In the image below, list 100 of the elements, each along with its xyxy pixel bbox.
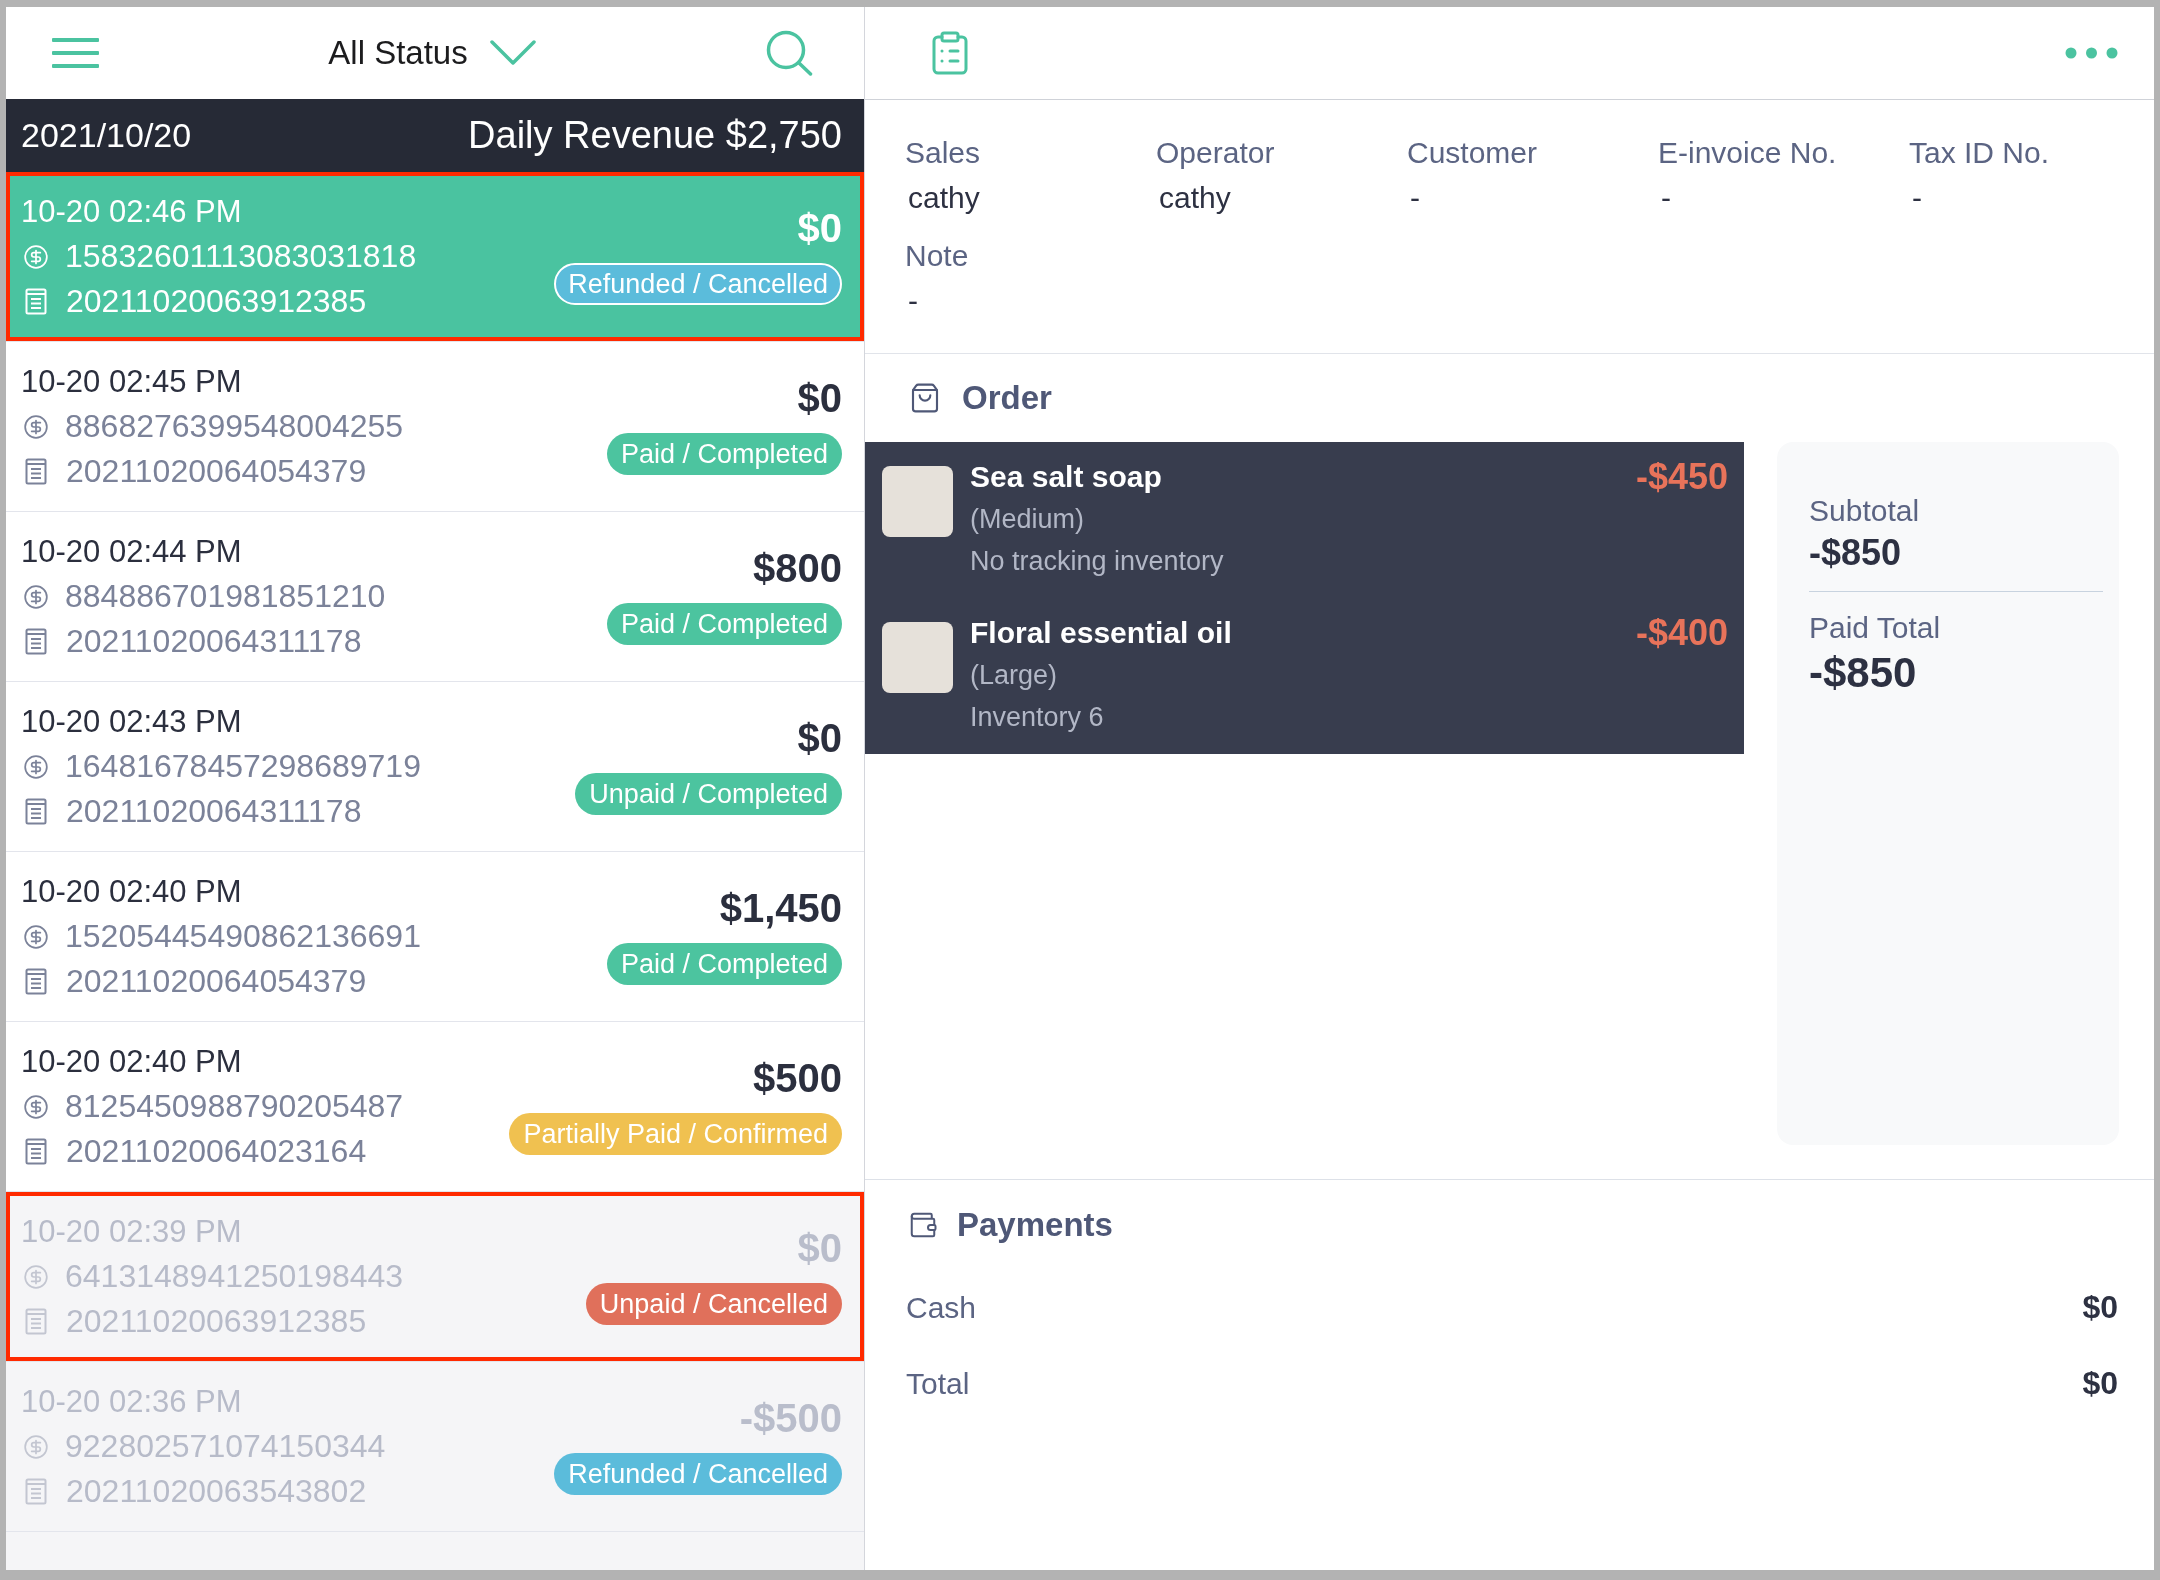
- payment-number: 15832601113083031818: [65, 237, 417, 276]
- document-icon: [25, 1308, 47, 1335]
- order-time: 10-20 02:36 PM: [21, 1383, 243, 1421]
- order-time: 10-20 02:45 PM: [21, 363, 243, 401]
- dollar-icon: [23, 583, 49, 610]
- more-icon[interactable]: [2065, 47, 2118, 59]
- field-label: Note: [905, 238, 970, 274]
- payment-number: 884886701981851210: [65, 577, 386, 616]
- search-icon[interactable]: [765, 30, 813, 76]
- section-title: Payments: [957, 1205, 1113, 1246]
- summary-label: Subtotal: [1809, 493, 1920, 529]
- payment-value: $0: [2082, 1364, 2118, 1403]
- order-time: 10-20 02:44 PM: [21, 533, 243, 571]
- order-row[interactable]: 10-20 02:40 PM 8125450988790205487 20211020064023164 $500 Partially Paid / Confirmed: [6, 1022, 864, 1191]
- status-badge: Partially Paid / Confirmed: [509, 1113, 842, 1155]
- invoice-number: 20211020064311178: [66, 622, 362, 661]
- dollar-icon: [23, 413, 49, 440]
- status-badge: Paid / Completed: [606, 943, 842, 985]
- document-icon: [25, 1478, 47, 1505]
- order-amount: $0: [797, 715, 842, 762]
- section-title: Order: [962, 378, 1052, 419]
- item-price: -$400: [1635, 612, 1728, 654]
- order-amount: $0: [797, 375, 842, 422]
- order-row[interactable]: 10-20 02:43 PM 16481678457298689719 20211020064311178 $0 Unpaid / Completed: [6, 682, 864, 851]
- document-icon: [25, 458, 47, 485]
- status-badge: Refunded / Cancelled: [554, 1453, 842, 1495]
- order-amount: $1,450: [719, 885, 842, 932]
- payment-label: Cash: [906, 1289, 977, 1326]
- status-badge: Paid / Completed: [606, 603, 842, 645]
- field-value: -: [1409, 180, 1420, 216]
- item-name: Sea salt soap: [970, 459, 1162, 495]
- order-row[interactable]: 10-20 02:40 PM 15205445490862136691 20211020064054379 $1,450 Paid / Completed: [6, 852, 864, 1021]
- document-icon: [25, 288, 47, 315]
- order-time: 10-20 02:46 PM: [21, 193, 243, 231]
- chevron-down-icon: [489, 40, 536, 66]
- summary-value: -$850: [1809, 648, 1917, 698]
- order-time: 10-20 02:40 PM: [21, 1043, 243, 1081]
- document-icon: [25, 798, 47, 825]
- dollar-icon: [23, 243, 49, 270]
- status-filter[interactable]: All Status: [328, 28, 536, 78]
- item-name: Floral essential oil: [970, 615, 1232, 651]
- document-icon: [25, 628, 47, 655]
- item-stock: Inventory 6: [970, 701, 1104, 734]
- order-amount: $0: [797, 205, 842, 252]
- field-value: -: [907, 283, 918, 319]
- invoice-number: 20211020063912385: [66, 1302, 367, 1341]
- invoice-number: 20211020063912385: [66, 282, 367, 321]
- payment-number: 8125450988790205487: [65, 1087, 404, 1126]
- order-time: 10-20 02:40 PM: [21, 873, 243, 911]
- shopping-bag-icon: [909, 382, 941, 414]
- photo-placeholder: [882, 622, 953, 693]
- invoice-number: 20211020064054379: [66, 962, 367, 1001]
- field-value: -: [1911, 180, 1922, 216]
- field-label: Customer: [1407, 135, 1539, 171]
- date-label: 2021/10/20: [21, 115, 192, 156]
- payment-number: 6413148941250198443: [65, 1257, 404, 1296]
- payment-number: 16481678457298689719: [65, 747, 421, 786]
- dollar-icon: [23, 1433, 49, 1460]
- field-value: -: [1660, 180, 1671, 216]
- payment-label: Total: [906, 1365, 970, 1402]
- dollar-icon: [23, 1093, 49, 1120]
- menu-icon[interactable]: [52, 38, 99, 68]
- dollar-icon: [23, 1263, 49, 1290]
- invoice-number: 20211020063543802: [66, 1472, 367, 1511]
- wallet-icon: [908, 1210, 938, 1240]
- item-variant: (Large): [970, 659, 1058, 692]
- order-amount: $500: [753, 1055, 842, 1102]
- summary-label: Paid Total: [1809, 610, 1941, 646]
- field-label: Sales: [905, 135, 982, 171]
- document-icon: [25, 968, 47, 995]
- field-value: cathy: [907, 180, 980, 216]
- payment-number: 15205445490862136691: [65, 917, 421, 956]
- order-time: 10-20 02:43 PM: [21, 703, 243, 741]
- order-time: 10-20 02:39 PM: [21, 1213, 243, 1251]
- item-variant: (Medium): [970, 503, 1084, 536]
- status-badge: Refunded / Cancelled: [554, 263, 842, 305]
- field-label: Operator: [1156, 135, 1276, 171]
- field-value: cathy: [1158, 180, 1231, 216]
- invoice-number: 20211020064311178: [66, 792, 362, 831]
- invoice-number: 20211020064023164: [66, 1132, 367, 1171]
- order-amount: $800: [753, 545, 842, 592]
- dollar-icon: [23, 923, 49, 950]
- order-row[interactable]: 10-20 02:44 PM 884886701981851210 20211020064311178 $800 Paid / Completed: [6, 512, 864, 681]
- field-label: Tax ID No.: [1909, 135, 2051, 171]
- photo-placeholder: [882, 466, 953, 537]
- invoice-number: 20211020064054379: [66, 452, 367, 491]
- status-badge: Unpaid / Completed: [575, 773, 842, 815]
- dollar-icon: [23, 753, 49, 780]
- payment-value: $0: [2082, 1288, 2118, 1327]
- order-amount: -$500: [739, 1395, 842, 1442]
- summary-value: -$850: [1809, 531, 1902, 575]
- item-price: -$450: [1635, 456, 1728, 498]
- order-amount: $0: [797, 1225, 842, 1272]
- payment-number: 8868276399548004255: [65, 407, 404, 446]
- field-label: E-invoice No.: [1658, 135, 1838, 171]
- item-stock: No tracking inventory: [970, 545, 1224, 578]
- order-row[interactable]: 10-20 02:45 PM 8868276399548004255 20211020064054379 $0 Paid / Completed: [6, 342, 864, 511]
- document-icon: [25, 1138, 47, 1165]
- status-badge: Unpaid / Cancelled: [585, 1283, 842, 1325]
- payment-number: 922802571074150344: [65, 1427, 386, 1466]
